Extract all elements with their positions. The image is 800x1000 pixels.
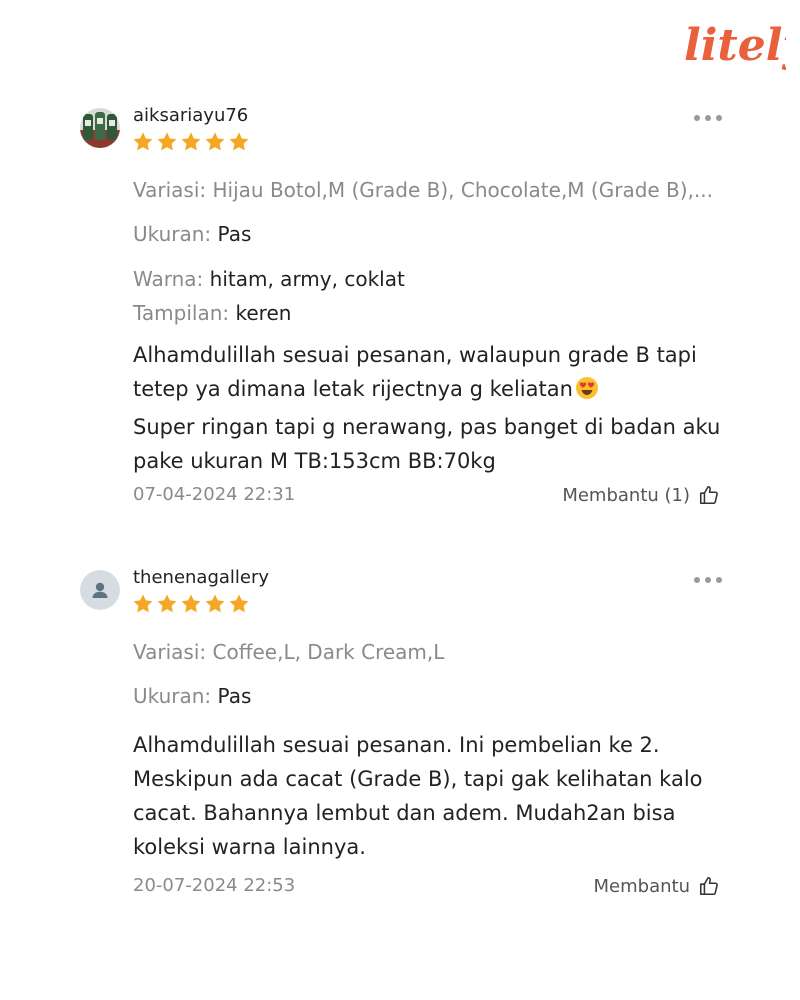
comment-line: Super ringan tapi g nerawang, pas banget… (133, 415, 721, 439)
tampilan-row: Tampilan: keren (133, 299, 291, 327)
ukuran-row: Ukuran: Pas (133, 682, 251, 710)
variasi-label: Variasi: (133, 178, 207, 202)
ukuran-value: Pas (217, 222, 252, 246)
ukuran-value: Pas (217, 684, 252, 708)
comment-line: Alhamdulillah sesuai pesanan. Ini pembel… (133, 733, 660, 757)
review-date: 07-04-2024 22:31 (133, 484, 296, 505)
warna-row: Warna: hitam, army, coklat (133, 265, 405, 293)
star-icon (205, 132, 225, 151)
review-comment: Alhamdulillah sesuai pesanan. Ini pembel… (133, 728, 733, 864)
comment-line: cacat. Bahannya lembut dan adem. Mudah2a… (133, 801, 676, 825)
star-icon (181, 132, 201, 151)
variasi-label: Variasi: (133, 640, 207, 664)
thumbs-up-icon (699, 876, 718, 896)
heart-eyes-emoji-icon (575, 376, 599, 410)
variasi-value: Hijau Botol,M (Grade B), Chocolate,M (Gr… (212, 178, 714, 202)
warna-label: Warna: (133, 267, 204, 291)
ukuran-label: Ukuran: (133, 684, 212, 708)
litely-logo-text: litely (684, 20, 786, 71)
helpful-button[interactable]: Membantu (1) (562, 483, 720, 507)
warna-value: hitam, army, coklat (209, 267, 405, 291)
star-icon (229, 594, 249, 613)
variasi-row: Variasi: Coffee,L, Dark Cream,L (133, 638, 444, 666)
tampilan-value: keren (235, 301, 292, 325)
litely-logo: litely (682, 14, 786, 78)
avatar[interactable] (80, 570, 120, 610)
comment-line: pake ukuran M TB:153cm BB:70kg (133, 449, 496, 473)
star-rating (132, 593, 250, 615)
star-rating (132, 131, 250, 153)
helpful-button[interactable]: Membantu (594, 874, 720, 898)
star-icon (157, 594, 177, 613)
star-icon (229, 132, 249, 151)
more-options-icon[interactable] (694, 576, 722, 584)
ukuran-row: Ukuran: Pas (133, 220, 251, 248)
star-icon (157, 132, 177, 151)
thumbs-up-icon (699, 485, 718, 505)
comment-line: Alhamdulillah sesuai pesanan, walaupun g… (133, 343, 697, 367)
review-comment: Alhamdulillah sesuai pesanan, walaupun g… (133, 338, 733, 478)
star-icon (133, 132, 153, 151)
comment-line: koleksi warna lainnya. (133, 835, 366, 859)
comment-line: Meskipun ada cacat (Grade B), tapi gak k… (133, 767, 703, 791)
ukuran-label: Ukuran: (133, 222, 212, 246)
helpful-label: Membantu (593, 875, 690, 897)
comment-line: tetep ya dimana letak rijectnya g keliat… (133, 377, 573, 401)
review-date: 20-07-2024 22:53 (133, 875, 296, 896)
username[interactable]: aiksariayu76 (133, 103, 248, 129)
star-icon (133, 594, 153, 613)
helpful-label: Membantu (1) (562, 484, 690, 506)
star-icon (205, 594, 225, 613)
tampilan-label: Tampilan: (133, 301, 230, 325)
avatar[interactable] (80, 108, 120, 148)
star-icon (181, 594, 201, 613)
variasi-row: Variasi: Hijau Botol,M (Grade B), Chocol… (133, 176, 713, 204)
username[interactable]: thenenagallery (133, 565, 269, 591)
variasi-value: Coffee,L, Dark Cream,L (212, 640, 445, 664)
more-options-icon[interactable] (694, 114, 722, 122)
